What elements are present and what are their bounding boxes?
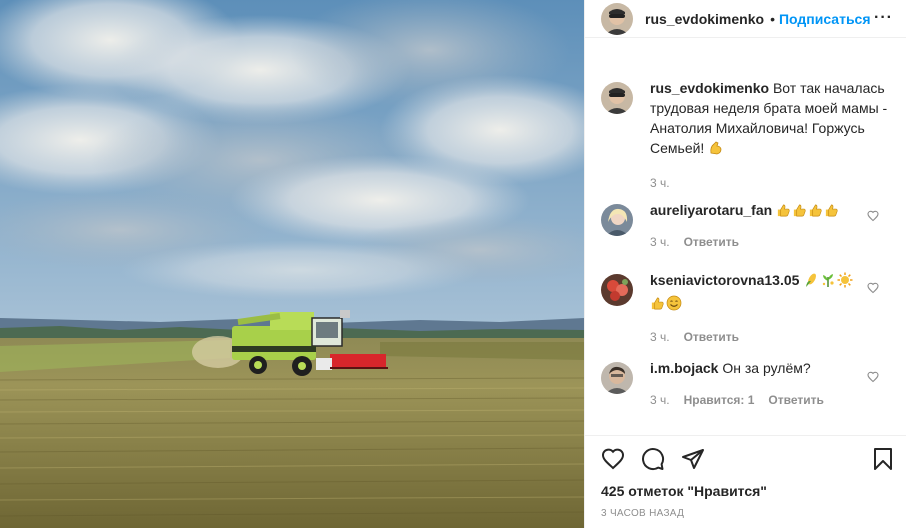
comment-item: kseniavictorovna13.05 3 ч. Ответить [601, 270, 893, 344]
comment-username[interactable]: i.m.bojack [650, 360, 718, 376]
comment-icon[interactable] [641, 447, 665, 471]
comment-meta: 3 ч. Ответить [650, 330, 893, 344]
comment-item: i.m.bojack Он за рулём? 3 ч. Нравится: 1… [601, 358, 893, 407]
comment-time[interactable]: 3 ч. [650, 393, 670, 407]
comment-text: i.m.bojack Он за рулём? [650, 358, 893, 378]
comment-body: kseniavictorovna13.05 3 ч. Ответить [650, 270, 893, 344]
post-photo[interactable] [0, 0, 584, 528]
comment-like-icon[interactable] [867, 210, 879, 222]
comment-item: aureliyarotaru_fan 3 ч. Ответить [601, 200, 893, 249]
thumbs-up-icon [776, 203, 791, 223]
reply-button[interactable]: Ответить [684, 330, 739, 344]
post-header: rus_evdokimenko • Подписаться ··· [585, 0, 906, 38]
author-username[interactable]: rus_evdokimenko [645, 11, 764, 27]
more-options-icon[interactable]: ··· [874, 9, 893, 27]
comment-message: Он за рулём? [722, 360, 811, 376]
sparkle-plant-icon [820, 272, 836, 293]
comment-time[interactable]: 3 ч. [650, 330, 670, 344]
thumbs-up-icon [650, 296, 665, 316]
corn-icon [803, 272, 819, 293]
post-side-panel: rus_evdokimenko • Подписаться ··· rus_ev… [584, 0, 906, 528]
thumbs-up-icon [792, 203, 807, 223]
commenter-avatar[interactable] [601, 204, 633, 236]
caption-body: rus_evdokimenko Вот так началась трудова… [650, 78, 893, 190]
likes-count[interactable]: 425 отметок "Нравится" [601, 483, 767, 499]
wheat-field-with-combine-harvester [0, 0, 584, 528]
thumbs-up-icon [808, 203, 823, 223]
comment-like-icon[interactable] [867, 282, 879, 294]
comment-body: i.m.bojack Он за рулём? 3 ч. Нравится: 1… [650, 358, 893, 407]
comment-emojis [776, 202, 840, 218]
header-separator: • [770, 10, 775, 27]
sun-icon [837, 272, 853, 293]
caption-time[interactable]: 3 ч. [650, 176, 670, 190]
comment-text: kseniavictorovna13.05 [650, 270, 893, 316]
thumbs-up-icon [824, 203, 839, 223]
reply-button[interactable]: Ответить [768, 393, 823, 407]
flexed-biceps-icon [708, 140, 724, 161]
comment-text: aureliyarotaru_fan [650, 200, 893, 223]
share-icon[interactable] [681, 447, 705, 471]
caption: rus_evdokimenko Вот так началась трудова… [601, 78, 893, 190]
caption-avatar[interactable] [601, 82, 633, 114]
comments-list[interactable]: rus_evdokimenko Вот так началась трудова… [585, 58, 906, 433]
caption-meta: 3 ч. [650, 176, 893, 190]
comment-username[interactable]: aureliyarotaru_fan [650, 202, 772, 218]
post-timestamp[interactable]: 3 часов назад [601, 508, 684, 519]
comment-like-icon[interactable] [867, 371, 879, 383]
author-avatar[interactable] [601, 2, 633, 35]
heart-icon[interactable] [601, 447, 625, 471]
comment-time[interactable]: 3 ч. [650, 235, 670, 249]
comment-meta: 3 ч. Ответить [650, 235, 893, 249]
caption-text: rus_evdokimenko Вот так началась трудова… [650, 78, 893, 161]
follow-button[interactable]: Подписаться [779, 11, 871, 27]
comment-likes-count[interactable]: Нравится: 1 [684, 393, 755, 407]
action-icons [601, 447, 705, 471]
post-modal: rus_evdokimenko • Подписаться ··· rus_ev… [0, 0, 906, 528]
caption-username[interactable]: rus_evdokimenko [650, 80, 769, 96]
bookmark-icon[interactable] [871, 447, 895, 471]
reply-button[interactable]: Ответить [684, 235, 739, 249]
comment-body: aureliyarotaru_fan 3 ч. Ответить [650, 200, 893, 249]
commenter-avatar[interactable] [601, 274, 633, 306]
comment-username[interactable]: kseniavictorovna13.05 [650, 272, 799, 288]
smiling-face-icon [666, 295, 682, 316]
commenter-avatar[interactable] [601, 362, 633, 394]
comment-meta: 3 ч. Нравится: 1 Ответить [650, 393, 893, 407]
post-actions: 425 отметок "Нравится" 3 часов назад [585, 435, 906, 528]
